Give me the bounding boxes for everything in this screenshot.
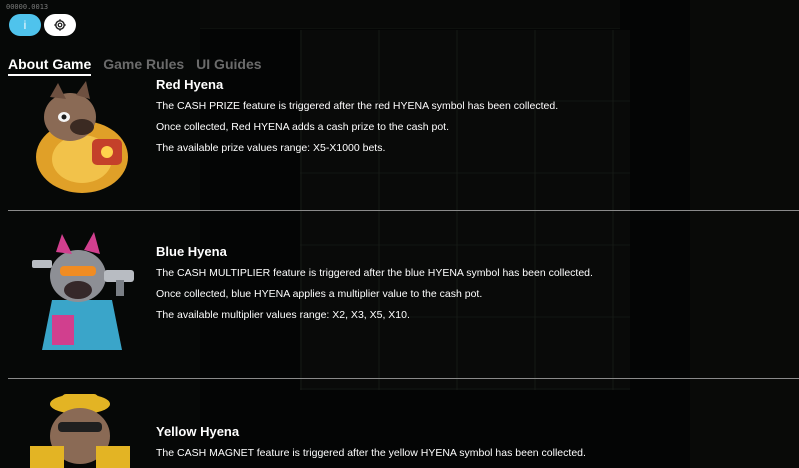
section-divider <box>8 210 799 211</box>
blue-hyena-icon <box>22 230 142 350</box>
section-line: Once collected, Red HYENA adds a cash pr… <box>156 121 449 133</box>
section-text: Yellow Hyena The CASH MAGNET feature is … <box>156 424 776 468</box>
tab-game-rules[interactable]: Game Rules <box>103 56 184 76</box>
section-title: Blue Hyena <box>156 244 227 259</box>
section-line: Once collected, blue HYENA applies a mul… <box>156 288 483 300</box>
section-line: The available multiplier values range: X… <box>156 309 410 321</box>
red-hyena-icon <box>22 77 142 197</box>
section-line: The CASH MULTIPLIER feature is triggered… <box>156 267 593 279</box>
yellow-hyena-icon <box>22 390 142 468</box>
tab-about-game[interactable]: About Game <box>8 56 92 76</box>
section-text: Red Hyena The CASH PRIZE feature is trig… <box>156 77 776 163</box>
info-icon: i <box>23 18 27 32</box>
tab-ui-guides[interactable]: UI Guides <box>196 56 261 76</box>
section-line: The CASH MAGNET feature is triggered aft… <box>156 447 586 459</box>
section-blue-hyena: Blue Hyena The CASH MULTIPLIER feature i… <box>8 230 799 370</box>
section-line: The available prize values range: X5-X10… <box>156 142 386 154</box>
help-tabs: About Game Game Rules UI Guides <box>8 56 262 76</box>
section-title: Yellow Hyena <box>156 424 240 439</box>
build-id: 00000.0013 <box>6 3 49 11</box>
section-line: The CASH PRIZE feature is triggered afte… <box>156 100 559 112</box>
section-text: Blue Hyena The CASH MULTIPLIER feature i… <box>156 244 776 330</box>
settings-button[interactable] <box>44 14 76 36</box>
info-button[interactable]: i <box>9 14 41 36</box>
section-yellow-hyena: Yellow Hyena The CASH MAGNET feature is … <box>8 390 799 468</box>
section-red-hyena: Red Hyena The CASH PRIZE feature is trig… <box>8 75 799 205</box>
section-divider <box>8 378 799 379</box>
gear-icon <box>54 19 66 31</box>
section-title: Red Hyena <box>156 77 224 92</box>
